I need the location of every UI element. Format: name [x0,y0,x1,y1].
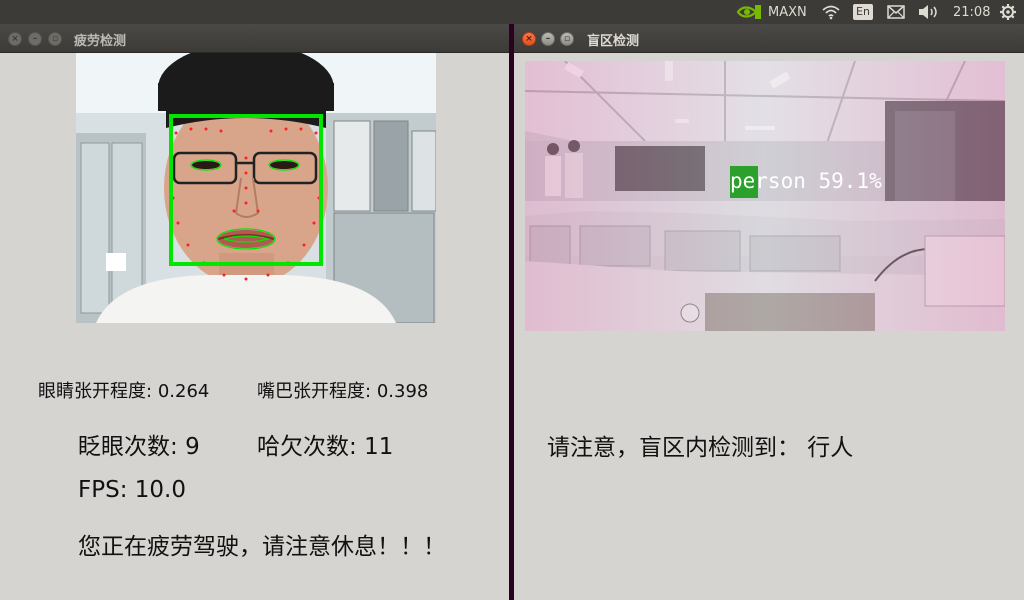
mail-icon[interactable] [887,0,905,24]
eye-openness-label: 眼睛张开程度: [38,381,153,402]
yawn-count-value: 11 [364,434,394,460]
keyboard-language-icon[interactable]: En [853,0,873,24]
blind-spot-detection-window: × – ▫ 盲区检测 person 59.1% 请注意，盲区内检测到： 行人 [514,24,1024,600]
blind-spot-camera-feed: person 59.1% [525,61,1005,331]
nvidia-icon[interactable] [734,0,762,24]
language-label: En [853,4,873,20]
fatigue-detection-window: × – ▫ 疲劳检测 眼睛张开程度: 0.264 嘴巴张开程度: 0.398 眨… [0,24,512,600]
clock[interactable]: 21:08 [953,0,990,24]
blink-count-label: 眨眼次数: [78,434,178,460]
fps-value: 10.0 [134,477,186,503]
close-icon[interactable]: × [8,32,22,46]
settings-gear-icon[interactable] [999,0,1017,24]
yawn-count-stat: 哈欠次数: 11 [257,427,393,461]
window-title: 疲劳检测 [74,34,127,49]
mouth-openness-stat: 嘴巴张开程度: 0.398 [257,377,428,403]
detection-label: person 59.1% [730,169,882,193]
blink-count-stat: 眨眼次数: 9 [78,427,200,461]
power-mode-indicator[interactable]: MAXN [768,0,807,24]
close-icon[interactable]: × [522,32,536,46]
fps-label: FPS: [78,477,128,503]
minimize-icon[interactable]: – [541,32,555,46]
window-titlebar[interactable]: × – ▫ 疲劳检测 [0,24,512,53]
maximize-icon[interactable]: ▫ [560,32,574,46]
window-content: person 59.1% 请注意，盲区内检测到： 行人 [514,53,1024,600]
eye-openness-value: 0.264 [157,381,210,402]
minimize-icon[interactable]: – [28,32,42,46]
volume-icon[interactable] [918,0,940,24]
yawn-count-label: 哈欠次数: [257,434,357,460]
mouth-openness-label: 嘴巴张开程度: [257,381,372,402]
window-content: 眼睛张开程度: 0.264 嘴巴张开程度: 0.398 眨眼次数: 9 哈欠次数… [0,53,512,600]
fps-stat: FPS: 10.0 [78,477,186,503]
eye-openness-stat: 眼睛张开程度: 0.264 [38,377,209,403]
blind-spot-notice: 请注意，盲区内检测到： 行人 [547,435,854,461]
window-title: 盲区检测 [587,34,640,49]
fatigue-warning: 您正在疲劳驾驶，请注意休息！！！ [78,534,446,560]
wifi-icon[interactable] [821,0,841,24]
window-titlebar[interactable]: × – ▫ 盲区检测 [514,24,1024,53]
maximize-icon[interactable]: ▫ [48,32,62,46]
system-top-panel: MAXN En 21:08 [0,0,1024,24]
mouth-openness-value: 0.398 [376,381,429,402]
face-camera-feed [76,53,436,323]
blink-count-value: 9 [185,434,200,460]
